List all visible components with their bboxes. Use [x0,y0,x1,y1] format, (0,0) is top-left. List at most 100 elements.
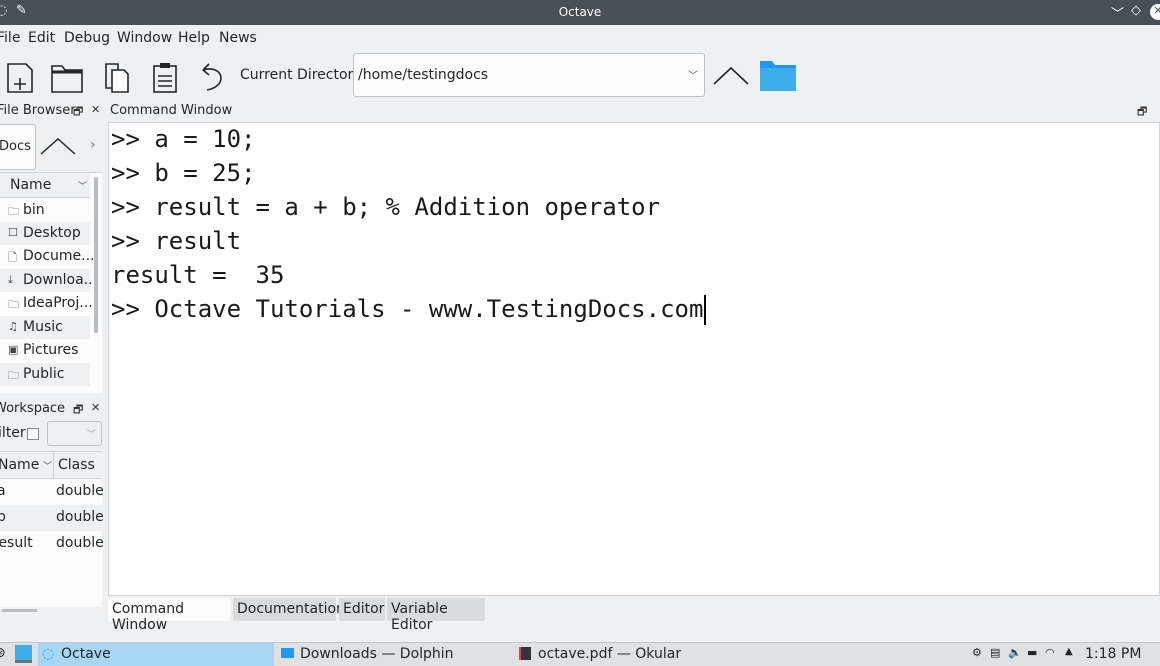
paste-button[interactable] [146,56,186,96]
file-item[interactable]: 🗀 bin [0,199,90,222]
music-icon: ♫ [8,320,18,333]
folder-open-icon [51,65,83,93]
tab-editor[interactable]: Editor [339,598,385,621]
file-item[interactable]: ▣ Pictures [0,339,90,362]
title-bar: ◌ ✎ Octave ﹀ ◇ ✕ [0,0,1160,25]
battery-icon[interactable]: ▬ [1027,646,1037,659]
menu-debug[interactable]: Debug [64,30,110,46]
task-dolphin[interactable]: Downloads — Dolphin [278,643,514,666]
folder-icon: 🗀 [8,298,19,311]
wifi-icon[interactable]: ◠ [1045,646,1055,659]
console-line: >> result [111,227,242,255]
new-file-icon [7,63,33,93]
scrollbar[interactable] [94,177,98,333]
parent-directory-button[interactable] [712,60,750,92]
file-browser-title: File Browser [0,103,76,118]
file-item[interactable]: 🗀 IdeaProj... [0,292,93,315]
file-item[interactable]: 🗀 Public [0,363,90,386]
horizontal-scrollbar[interactable] [2,609,37,612]
undock-icon[interactable]: 🗗 [73,103,83,122]
okular-icon [519,647,531,660]
launcher-icon[interactable]: ⊛ [0,645,6,661]
copy-icon [105,63,129,93]
file-browser-up-button[interactable] [38,132,78,160]
current-directory-value: /home/testingdocs [358,67,489,83]
desktop-icon: ☐ [8,226,18,239]
browse-directory-button[interactable] [758,57,798,93]
class-column-header[interactable]: Class [58,457,95,473]
menu-window[interactable]: Window [117,30,172,46]
workspace-header: Workspace 🗗 ✕ [0,400,104,418]
file-item[interactable]: 🗋 Docume... [0,245,93,268]
menu-help[interactable]: Help [178,30,210,46]
clipboard-icon[interactable]: ▤ [990,646,1000,659]
console-output: result = 35 [111,261,285,289]
download-icon: ⤓ [8,273,13,286]
console-input-text: >> Octave Tutorials - www.TestingDocs.co… [111,295,704,323]
up-arrow-icon [713,66,749,85]
location-value: Docs [0,139,31,154]
command-window-title: Command Window [110,103,233,118]
task-octave[interactable]: ◌ Octave [38,643,274,666]
desktop-icon[interactable] [15,645,32,663]
undock-icon[interactable]: 🗗 [73,401,83,420]
filter-label: Filter [0,425,26,441]
console-line: >> result = a + b; % Addition operator [111,193,661,221]
undock-icon[interactable]: 🗗 [1137,103,1147,122]
expand-tray-icon[interactable]: ▲ [1065,646,1073,657]
file-item[interactable]: ♫ Music [0,316,90,339]
close-icon[interactable]: ✕ [1150,4,1160,20]
command-window-header: Command Window 🗗 [106,102,1160,120]
table-row[interactable]: result double [0,531,104,557]
volume-icon[interactable]: 🔈 [1008,646,1022,659]
sort-chevron-icon: ﹀ [78,182,88,192]
console-input-line: >> Octave Tutorials - www.TestingDocs.co… [111,295,707,325]
file-item[interactable]: ⤓ Downloa... [0,269,93,292]
minimize-icon[interactable]: ﹀ [1111,3,1124,22]
file-item[interactable]: ☐ Desktop [0,222,90,245]
table-row[interactable]: a double [0,479,104,505]
tab-command-window[interactable]: Command Window [108,598,230,633]
documents-icon: 🗋 [8,251,17,264]
menu-news[interactable]: News [219,30,257,46]
settings-icon[interactable]: ⚙ [972,646,982,659]
close-icon[interactable]: ✕ [91,401,100,414]
current-directory-combo[interactable]: /home/testingdocs ﹀ [353,53,705,97]
tab-variable-editor[interactable]: Variable Editor [387,598,485,633]
workspace-table-header: Name ﹀ Class [0,452,102,479]
tab-documentation[interactable]: Documentation [233,598,345,621]
menu-file[interactable]: File [0,30,20,46]
filter-checkbox[interactable] [27,428,39,440]
menu-edit[interactable]: Edit [28,30,55,46]
close-icon[interactable]: ✕ [91,103,100,116]
console-line: >> b = 25; [111,159,256,187]
file-browser-location-combo[interactable]: Docs [0,124,36,170]
clock[interactable]: 1:18 PM [1085,646,1141,662]
folder-icon: 🗀 [8,205,19,218]
folder-icon: 🗀 [8,369,19,382]
command-window-console[interactable]: >> a = 10; >> b = 25; >> result = a + b;… [108,122,1160,596]
sort-chevron-icon: ﹀ [43,462,53,472]
taskbar: ⊛ ◌ Octave Downloads — Dolphin octave.pd… [0,642,1160,666]
table-row[interactable]: b double [0,505,104,531]
undo-button[interactable] [193,56,233,96]
filter-combo[interactable]: ﹀ [47,421,102,446]
workspace-title: Workspace [0,401,66,416]
chevron-down-icon: ﹀ [688,71,698,82]
open-file-button[interactable] [48,56,88,96]
copy-button[interactable] [98,56,138,96]
task-okular[interactable]: octave.pdf — Okular [516,643,752,666]
chevron-down-icon: ﹀ [86,430,96,440]
file-browser-list: Name ﹀ 🗀 bin ☐ Desktop 🗋 Docume... ⤓ Downloa… [0,172,102,393]
octave-icon: ◌ [42,646,55,662]
name-column-header[interactable]: Name ﹀ [0,173,90,198]
new-script-button[interactable] [2,56,42,96]
maximize-icon[interactable]: ◇ [1131,3,1141,18]
workspace-table: Name ﹀ Class a double b double result do… [0,451,104,612]
name-column-header[interactable]: Name [0,457,39,473]
column-divider [53,452,54,478]
folder-icon [760,61,796,91]
undo-icon [202,63,222,91]
chevron-right-icon[interactable]: › [90,137,96,153]
file-browser-header: File Browser 🗗 ✕ [0,102,104,120]
